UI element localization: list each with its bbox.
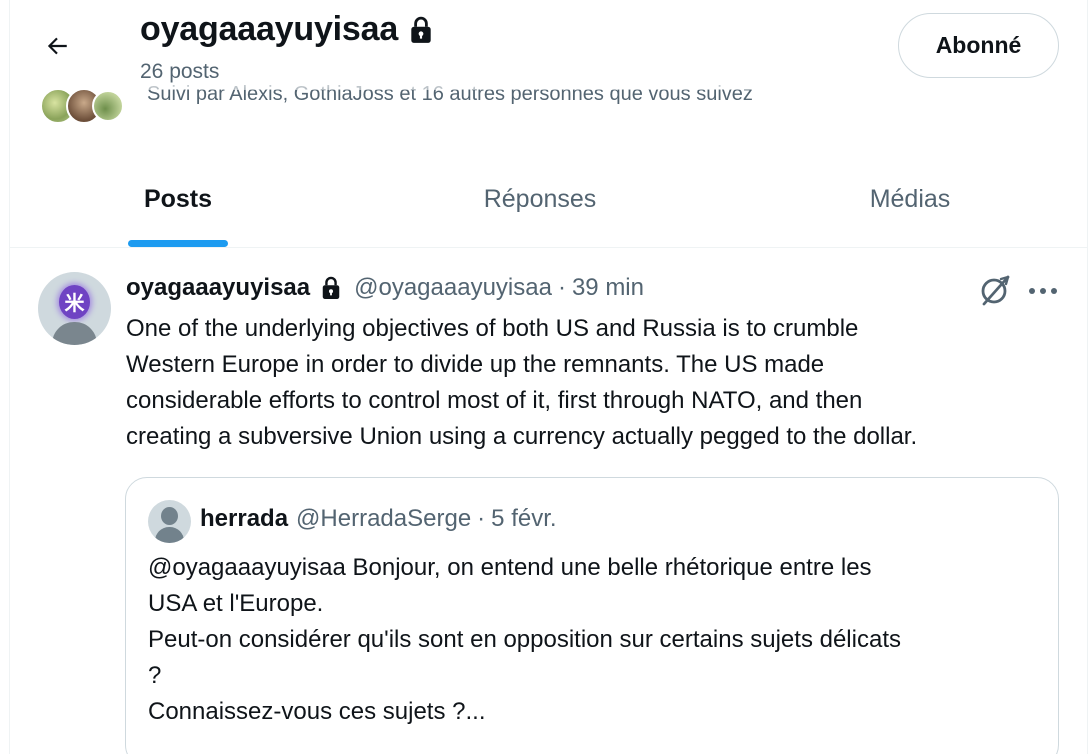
tab-media[interactable]: Médias xyxy=(850,150,970,248)
column-border-left xyxy=(9,0,10,754)
profile-display-name: oyagaaayuyisaa xyxy=(140,10,399,48)
profile-tabs: Posts Réponses Médias xyxy=(10,150,1087,248)
avatar-head xyxy=(161,507,178,525)
more-icon[interactable] xyxy=(1026,276,1060,306)
separator-dot: · xyxy=(477,505,486,532)
column-border-right xyxy=(1087,0,1088,754)
avatar-body xyxy=(52,322,97,345)
profile-page: Suivi par Alexis, GothiaJoss et 16 autre… xyxy=(0,0,1091,754)
quoted-post-header: herrada @HerradaSerge · 5 févr. xyxy=(200,505,557,533)
avatar[interactable]: 米 xyxy=(38,272,111,345)
lock-icon xyxy=(411,16,431,43)
post-header: oyagaaayuyisaa @oyagaaayuyisaa · 39 min xyxy=(126,274,644,302)
post-timestamp[interactable]: 39 min xyxy=(572,274,644,302)
post-author-name[interactable]: oyagaaayuyisaa xyxy=(126,274,310,302)
avatar xyxy=(92,90,124,122)
quoted-post-text: @oyagaaayuyisaa Bonjour, on entend une b… xyxy=(148,554,901,725)
quoted-author-name: herrada xyxy=(200,505,289,532)
avatar-glyph: 米 xyxy=(64,293,85,315)
quoted-post[interactable]: herrada @HerradaSerge · 5 févr. @oyagaaa… xyxy=(125,477,1059,754)
lock-icon xyxy=(322,276,340,299)
post-author-handle[interactable]: @oyagaaayuyisaa xyxy=(354,274,552,302)
quoted-author-handle: @HerradaSerge xyxy=(296,505,472,532)
active-tab-indicator xyxy=(128,240,228,247)
post-count: 26 posts xyxy=(140,60,220,83)
avatar-body xyxy=(155,527,184,543)
grok-icon[interactable] xyxy=(978,272,1012,308)
arrow-left-icon xyxy=(47,37,67,55)
profile-name: oyagaaayuyisaa xyxy=(140,10,434,49)
following-button[interactable]: Abonné xyxy=(898,13,1059,78)
back-button[interactable] xyxy=(33,22,81,70)
quoted-timestamp: 5 févr. xyxy=(491,505,557,532)
separator-dot: · xyxy=(557,274,566,301)
tab-posts[interactable]: Posts xyxy=(120,150,236,248)
post-text: One of the underlying objectives of both… xyxy=(126,315,918,450)
avatar xyxy=(148,500,191,543)
tab-replies[interactable]: Réponses xyxy=(460,150,620,248)
